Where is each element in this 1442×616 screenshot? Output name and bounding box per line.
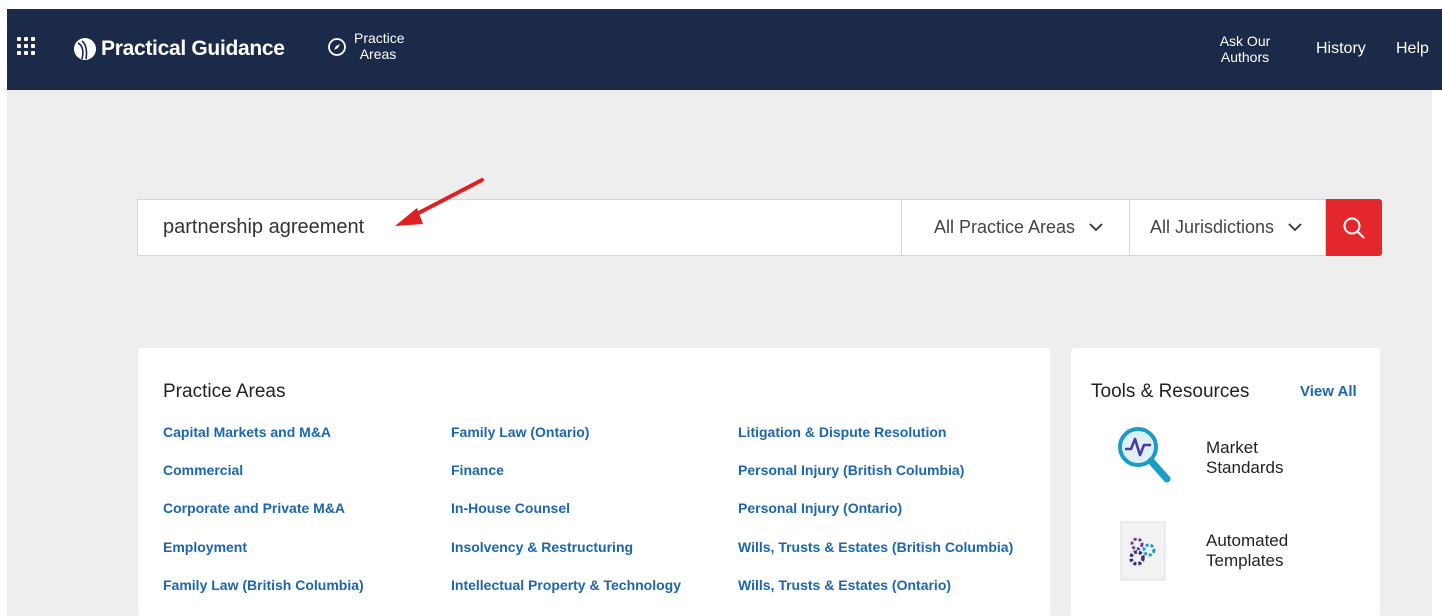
help-link[interactable]: Help (1396, 41, 1429, 57)
search-icon (1343, 217, 1365, 239)
annotation-arrow-icon (395, 178, 484, 226)
chevron-down-icon (1288, 223, 1302, 232)
practice-area-link[interactable]: Wills, Trusts & Estates (Ontario) (738, 577, 1013, 615)
practice-areas-card: Practice Areas Capital Markets and M&A C… (138, 348, 1050, 616)
practice-area-link[interactable]: Family Law (Ontario) (451, 424, 681, 462)
search-bar: partnership agreement All Practice Areas… (137, 199, 1382, 256)
lexis-logo-icon (74, 38, 96, 60)
practice-area-link[interactable]: Insolvency & Restructuring (451, 539, 681, 577)
practice-areas-column: Capital Markets and M&A Commercial Corpo… (163, 424, 364, 615)
tool-label: Automated Templates (1206, 531, 1289, 570)
market-standards-icon (1118, 427, 1171, 483)
tool-automated-templates[interactable]: Automated Templates (1111, 516, 1326, 586)
compass-icon (328, 38, 346, 56)
practice-area-link[interactable]: Family Law (British Columbia) (163, 577, 364, 615)
search-input[interactable]: partnership agreement (137, 199, 901, 256)
practice-area-link[interactable]: Wills, Trusts & Estates (British Columbi… (738, 539, 1013, 577)
practice-area-link[interactable]: Litigation & Dispute Resolution (738, 424, 1013, 462)
practice-area-link[interactable]: Employment (163, 539, 364, 577)
practice-area-link[interactable]: Capital Markets and M&A (163, 424, 364, 462)
apps-grid-icon[interactable] (17, 37, 37, 57)
practice-area-link[interactable]: Personal Injury (Ontario) (738, 500, 1013, 538)
view-all-link[interactable]: View All (1300, 383, 1357, 400)
practice-area-link[interactable]: Personal Injury (British Columbia) (738, 462, 1013, 500)
tool-label: Market Standards (1206, 438, 1284, 477)
main-content: partnership agreement All Practice Areas… (7, 90, 1432, 616)
tool-market-standards[interactable]: Market Standards (1111, 423, 1326, 493)
practice-area-select[interactable]: All Practice Areas (901, 199, 1130, 256)
practice-areas-nav[interactable]: Practice Areas (327, 30, 405, 62)
brand-name: Practical Guidance (101, 37, 285, 60)
practice-area-link[interactable]: Finance (451, 462, 681, 500)
brand-logo-link[interactable]: Practical Guidance (73, 34, 285, 64)
top-navigation-bar: Practical Guidance Practice Areas Ask Ou… (7, 9, 1442, 90)
search-button[interactable] (1326, 199, 1382, 256)
jurisdiction-select-value: All Jurisdictions (1150, 217, 1275, 237)
practice-areas-column: Litigation & Dispute Resolution Personal… (738, 424, 1013, 615)
practice-area-link[interactable]: In-House Counsel (451, 500, 681, 538)
practice-areas-nav-label: Practice Areas (354, 30, 405, 62)
jurisdiction-select[interactable]: All Jurisdictions (1130, 199, 1326, 256)
tools-title: Tools & Resources (1091, 381, 1250, 402)
practice-area-link[interactable]: Commercial (163, 462, 364, 500)
chevron-down-icon (1089, 223, 1103, 232)
practice-area-link[interactable]: Intellectual Property & Technology (451, 577, 681, 615)
practice-area-link[interactable]: Corporate and Private M&A (163, 500, 364, 538)
practice-areas-column: Family Law (Ontario) Finance In-House Co… (451, 424, 681, 615)
ask-our-authors-link[interactable]: Ask Our Authors (1219, 33, 1271, 65)
practice-areas-title: Practice Areas (163, 381, 286, 402)
practice-area-select-value: All Practice Areas (934, 217, 1076, 237)
automated-templates-icon (1120, 521, 1166, 581)
tools-resources-card: Tools & Resources View All Market Standa… (1071, 348, 1380, 616)
history-link[interactable]: History (1316, 41, 1366, 57)
